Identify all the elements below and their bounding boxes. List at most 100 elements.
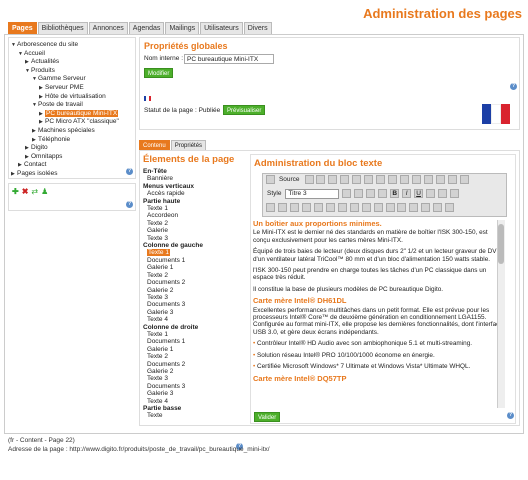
paste-word-icon[interactable]: [388, 175, 398, 184]
redo-icon[interactable]: [412, 175, 422, 184]
element-item[interactable]: Galerie: [143, 227, 245, 234]
element-item[interactable]: Galerie 2: [143, 287, 245, 294]
element-item[interactable]: Bannière: [143, 175, 245, 182]
tree-node[interactable]: ▼Accueil: [11, 50, 133, 59]
element-label[interactable]: Texte 1: [147, 249, 170, 257]
bold-icon[interactable]: B: [390, 189, 400, 198]
element-label[interactable]: Texte 4: [147, 398, 168, 405]
element-label[interactable]: Documents 1: [147, 338, 185, 345]
element-label[interactable]: Texte 2: [147, 272, 168, 279]
element-label[interactable]: Galerie 2: [147, 368, 173, 375]
element-label[interactable]: Texte 3: [147, 235, 168, 242]
tab-pages[interactable]: Pages: [8, 22, 37, 34]
tree-node-label[interactable]: Produits: [31, 67, 55, 74]
element-label[interactable]: Documents 3: [147, 383, 185, 390]
horizontal-rule-icon[interactable]: [385, 203, 395, 212]
element-label[interactable]: Galerie 1: [147, 346, 173, 353]
superscript-icon[interactable]: [449, 189, 459, 198]
indent-icon[interactable]: [301, 203, 311, 212]
element-item[interactable]: Galerie 2: [143, 368, 245, 375]
tab-divers[interactable]: Divers: [243, 22, 272, 34]
element-item[interactable]: Galerie 3: [143, 309, 245, 316]
help-icon[interactable]: ?: [507, 412, 514, 419]
help-icon[interactable]: ?: [126, 168, 133, 175]
align-right-icon[interactable]: [366, 189, 376, 198]
element-label[interactable]: Galerie 1: [147, 264, 173, 271]
tree-node[interactable]: ▶ Serveur PME: [11, 84, 133, 93]
element-item[interactable]: Documents 1: [143, 257, 245, 264]
element-label[interactable]: Texte 2: [147, 220, 168, 227]
element-item[interactable]: Texte 3: [143, 294, 245, 301]
source-icon[interactable]: [266, 175, 275, 184]
element-item[interactable]: Texte 3: [143, 235, 245, 242]
help-icon[interactable]: ?: [126, 201, 133, 208]
element-label[interactable]: Galerie 2: [147, 287, 173, 294]
underline-icon[interactable]: U: [414, 189, 424, 198]
element-item[interactable]: Texte 1: [143, 249, 245, 257]
undo-icon[interactable]: [400, 175, 410, 184]
tree-node[interactable]: ▼Poste de travail: [11, 101, 133, 110]
element-label[interactable]: Documents 3: [147, 301, 185, 308]
tree-node-label[interactable]: Arborescence du site: [17, 41, 78, 48]
element-item[interactable]: Texte: [143, 412, 245, 419]
copy-icon[interactable]: [352, 175, 362, 184]
editor-scrollbar-thumb[interactable]: [498, 224, 504, 264]
tab-agendas[interactable]: Agendas: [128, 22, 165, 34]
tree-node[interactable]: ▼Arborescence du site: [11, 41, 133, 50]
element-item[interactable]: Documents 1: [143, 338, 245, 345]
editor-content[interactable]: Un boîtier aux proportions minimes. Le M…: [253, 218, 505, 408]
tree-node[interactable]: ▶ Omnitapps: [11, 153, 133, 162]
tree-node-label[interactable]: Actualités: [31, 58, 59, 65]
select-all-icon[interactable]: [447, 175, 457, 184]
tree-node-label[interactable]: Machines spéciales: [38, 127, 95, 134]
spellcheck-icon[interactable]: [459, 175, 469, 184]
blockquote-icon[interactable]: [313, 203, 323, 212]
tree-node-label[interactable]: Omnitapps: [31, 153, 62, 160]
tree-node[interactable]: ▼Produits: [11, 67, 133, 76]
element-item[interactable]: Accordeon: [143, 212, 245, 219]
tree-node[interactable]: ▶ PC Micro ATX "classique": [11, 118, 133, 127]
tree-node[interactable]: ▶ PC bureautique Mini-ITX: [11, 109, 133, 119]
element-item[interactable]: Galerie 1: [143, 346, 245, 353]
element-item[interactable]: Texte 2: [143, 220, 245, 227]
tree-node-label[interactable]: PC bureautique Mini-ITX: [45, 109, 119, 117]
tree-node[interactable]: ▼Gamme Serveur: [11, 75, 133, 84]
tree-node[interactable]: ▶ Téléphonie: [11, 136, 133, 145]
element-item[interactable]: Documents 3: [143, 301, 245, 308]
element-item[interactable]: Documents 2: [143, 361, 245, 368]
user-rights-icon[interactable]: ♟: [41, 187, 48, 196]
element-item[interactable]: Texte 4: [143, 316, 245, 323]
element-item[interactable]: Texte 2: [143, 353, 245, 360]
add-page-icon[interactable]: ✚: [12, 187, 19, 196]
find-icon[interactable]: [424, 175, 434, 184]
bg-color-icon[interactable]: [421, 203, 431, 212]
cut-icon[interactable]: [340, 175, 350, 184]
tree-node-label[interactable]: Pages isolées: [17, 170, 57, 177]
tab-annonces[interactable]: Annonces: [88, 22, 128, 34]
tree-node-label[interactable]: Accueil: [24, 50, 45, 57]
tab-utilisateurs[interactable]: Utilisateurs: [200, 22, 243, 34]
help-icon[interactable]: ?: [510, 83, 517, 90]
element-item[interactable]: Documents 3: [143, 383, 245, 390]
anchor-icon[interactable]: [349, 203, 359, 212]
element-label[interactable]: Documents 2: [147, 361, 185, 368]
tree-node[interactable]: ▶ Actualités: [11, 58, 133, 67]
preview-icon[interactable]: [328, 175, 338, 184]
french-flag-icon[interactable]: [482, 104, 511, 124]
save-icon[interactable]: [304, 175, 314, 184]
element-label[interactable]: Documents 2: [147, 279, 185, 286]
tree-node-label[interactable]: Téléphonie: [38, 136, 70, 143]
unlink-icon[interactable]: [337, 203, 347, 212]
source-button[interactable]: Source: [279, 176, 300, 183]
tree-node-label[interactable]: Serveur PME: [45, 84, 84, 91]
tree-node-label[interactable]: Contact: [24, 161, 46, 168]
outdent-icon[interactable]: [289, 203, 299, 212]
delete-page-icon[interactable]: ✖: [22, 187, 29, 196]
new-page-icon[interactable]: [316, 175, 326, 184]
modify-button[interactable]: Modifier: [144, 68, 174, 78]
strike-icon[interactable]: [426, 189, 436, 198]
element-item[interactable]: Galerie 1: [143, 264, 245, 271]
element-item[interactable]: Texte 1: [143, 331, 245, 338]
tree-node-label[interactable]: Poste de travail: [38, 101, 83, 108]
move-page-icon[interactable]: ⇄: [31, 187, 38, 196]
